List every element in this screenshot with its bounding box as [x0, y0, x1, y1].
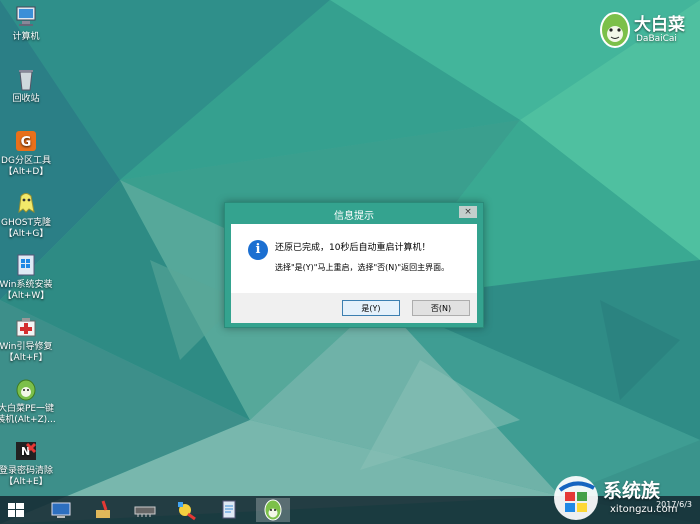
desktop-icon-label: 登录密码清除 【Alt+E】 — [0, 466, 53, 487]
broom-icon — [96, 500, 110, 518]
dabaicai-mascot-icon — [264, 499, 282, 521]
desktop-icon-label: Win系统安装 【Alt+W】 — [0, 280, 53, 301]
watermark-logo-icon — [554, 476, 598, 520]
desktop-icon-label: GHOST克隆 【Alt+G】 — [0, 218, 52, 239]
boot-repair-icon — [13, 314, 39, 340]
document-icon — [222, 500, 236, 519]
taskbar-item-tools[interactable] — [170, 498, 204, 522]
info-icon: i — [248, 240, 268, 260]
taskbar-item-dabaicai[interactable] — [256, 498, 290, 522]
logo-subtitle: DaBaiCai — [636, 34, 677, 44]
site-watermark: 系统族 xitongzu.com — [548, 470, 700, 524]
desktop-icon-dabaicai-onekey[interactable]: 大白菜PE一键 装机(Alt+Z)... — [0, 376, 56, 426]
desktop-icon-password-clear[interactable]: N 登录密码清除 【Alt+E】 — [0, 438, 56, 488]
desktop-icon-label: 大白菜PE一键 装机(Alt+Z)... — [0, 404, 56, 425]
desktop: 计算机 回收站 G DG分区工具 【Alt+D】 GHOST克隆 【Alt+G】… — [0, 0, 700, 524]
desktop-icon-recycle-bin[interactable]: 回收站 — [0, 66, 56, 105]
tools-icon — [178, 502, 196, 521]
desktop-icon-computer[interactable]: 计算机 — [0, 4, 56, 43]
yes-button[interactable]: 是(Y) — [342, 300, 400, 316]
password-clear-icon: N — [13, 438, 39, 464]
dabaicai-logo: 大白菜 DaBaiCai — [598, 6, 690, 52]
dabaicai-mascot-icon — [13, 376, 39, 402]
svg-text:G: G — [21, 135, 32, 150]
ghost-icon — [13, 190, 39, 216]
dialog-titlebar[interactable]: 信息提示 × — [225, 203, 483, 223]
watermark-brand: 系统族 — [603, 480, 661, 502]
windows-start-icon[interactable] — [8, 503, 24, 517]
dialog-message-line1: 还原已完成，10秒后自动重启计算机！ — [275, 243, 431, 253]
no-button[interactable]: 否(N) — [412, 300, 470, 316]
dialog-message-line2: 选择"是(Y)"马上重启，选择"否(N)"返回主界面。 — [275, 263, 450, 272]
desktop-icon-ghost[interactable]: GHOST克隆 【Alt+G】 — [0, 190, 56, 240]
logo-title: 大白菜 — [634, 15, 685, 35]
desktop-icon-label: Win引导修复 【Alt+F】 — [0, 342, 53, 363]
diskgenius-icon: G — [13, 128, 39, 154]
windows-install-icon — [13, 252, 39, 278]
info-dialog: 信息提示 × i 还原已完成，10秒后自动重启计算机！ 选择"是(Y)"马上重启… — [224, 202, 484, 328]
desktop-icon-win-install[interactable]: Win系统安装 【Alt+W】 — [0, 252, 56, 302]
taskbar-item-memory[interactable] — [128, 498, 162, 522]
desktop-icon-dg-partition[interactable]: G DG分区工具 【Alt+D】 — [0, 128, 56, 178]
monitor-icon — [51, 502, 71, 518]
computer-icon — [13, 4, 39, 30]
watermark-url: xitongzu.com — [610, 504, 678, 515]
taskbar-item-cleaner[interactable] — [86, 498, 120, 522]
desktop-icon-label: 计算机 — [12, 32, 40, 42]
dialog-footer: 是(Y) 否(N) — [231, 293, 477, 323]
desktop-icon-label: 回收站 — [12, 94, 40, 104]
desktop-icon-boot-repair[interactable]: Win引导修复 【Alt+F】 — [0, 314, 56, 364]
dialog-title: 信息提示 — [334, 211, 374, 222]
dialog-body: i 还原已完成，10秒后自动重启计算机！ 选择"是(Y)"马上重启，选择"否(N… — [231, 224, 477, 293]
desktop-icon-label: DG分区工具 【Alt+D】 — [1, 156, 51, 177]
recycle-bin-icon — [13, 66, 39, 92]
close-button[interactable]: × — [459, 206, 477, 218]
dabaicai-mascot-icon — [600, 12, 630, 48]
taskbar-item-document[interactable] — [212, 498, 246, 522]
taskbar-item-display[interactable] — [44, 498, 78, 522]
memory-chip-icon — [134, 506, 156, 517]
